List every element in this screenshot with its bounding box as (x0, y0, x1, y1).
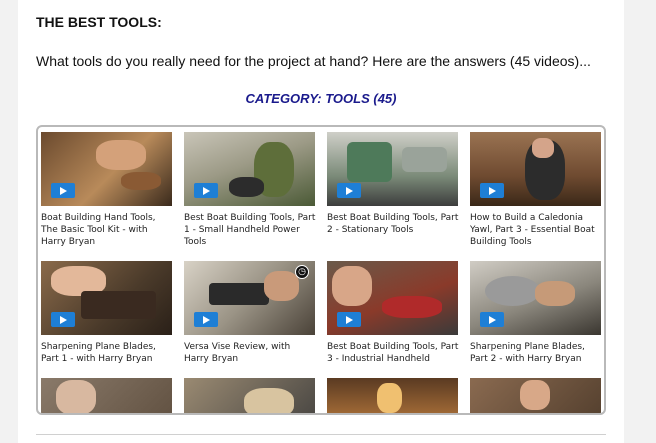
video-thumbnail[interactable] (470, 261, 601, 335)
play-icon[interactable] (51, 312, 75, 327)
content-page: THE BEST TOOLS: What tools do you really… (18, 0, 624, 443)
video-title[interactable]: Boat Building Hand Tools, The Basic Tool… (41, 212, 174, 248)
video-title[interactable]: Best Boat Building Tools, Part 1 - Small… (184, 212, 317, 248)
video-tile[interactable] (327, 378, 460, 413)
play-icon[interactable] (337, 312, 361, 327)
video-title[interactable]: Best Boat Building Tools, Part 2 - Stati… (327, 212, 460, 236)
video-thumbnail[interactable] (41, 261, 172, 335)
video-title[interactable]: Versa Vise Review, with Harry Bryan (184, 341, 317, 365)
video-thumbnail[interactable] (41, 132, 172, 206)
clock-icon[interactable]: ◷ (295, 265, 309, 279)
video-tile[interactable] (184, 378, 317, 413)
play-icon[interactable] (51, 183, 75, 198)
video-title[interactable]: Best Boat Building Tools, Part 3 - Indus… (327, 341, 460, 365)
play-icon[interactable] (194, 183, 218, 198)
video-tile[interactable]: Best Boat Building Tools, Part 2 - Stati… (327, 132, 460, 236)
video-title[interactable]: How to Build a Caledonia Yawl, Part 3 - … (470, 212, 603, 248)
play-icon[interactable] (480, 312, 504, 327)
video-tile[interactable]: How to Build a Caledonia Yawl, Part 3 - … (470, 132, 603, 248)
video-title[interactable]: Sharpening Plane Blades, Part 1 - with H… (41, 341, 174, 365)
video-thumbnail[interactable] (327, 132, 458, 206)
video-tile[interactable]: Best Boat Building Tools, Part 3 - Indus… (327, 261, 460, 365)
video-tile[interactable] (41, 378, 174, 413)
video-thumbnail[interactable]: ◷ (184, 261, 315, 335)
video-tile[interactable]: Boat Building Hand Tools, The Basic Tool… (41, 132, 174, 248)
video-tile[interactable]: Sharpening Plane Blades, Part 2 - with H… (470, 261, 603, 365)
video-tile[interactable]: ◷ Versa Vise Review, with Harry Bryan (184, 261, 317, 365)
video-thumbnail[interactable] (470, 378, 601, 413)
video-gallery[interactable]: Boat Building Hand Tools, The Basic Tool… (36, 125, 606, 415)
intro-text: What tools do you really need for the pr… (36, 53, 591, 69)
play-icon[interactable] (480, 183, 504, 198)
section-heading: THE BEST TOOLS: (36, 14, 162, 30)
video-thumbnail[interactable] (327, 378, 458, 413)
video-thumbnail[interactable] (184, 378, 315, 413)
video-thumbnail[interactable] (327, 261, 458, 335)
video-tile[interactable]: Sharpening Plane Blades, Part 1 - with H… (41, 261, 174, 365)
video-tile[interactable]: Best Boat Building Tools, Part 1 - Small… (184, 132, 317, 248)
video-thumbnail[interactable] (41, 378, 172, 413)
divider (36, 434, 606, 435)
video-title[interactable]: Sharpening Plane Blades, Part 2 - with H… (470, 341, 603, 365)
play-icon[interactable] (337, 183, 361, 198)
video-tile[interactable] (470, 378, 603, 413)
video-thumbnail[interactable] (184, 132, 315, 206)
category-link[interactable]: CATEGORY: TOOLS (45) (18, 91, 624, 106)
play-icon[interactable] (194, 312, 218, 327)
video-thumbnail[interactable] (470, 132, 601, 206)
